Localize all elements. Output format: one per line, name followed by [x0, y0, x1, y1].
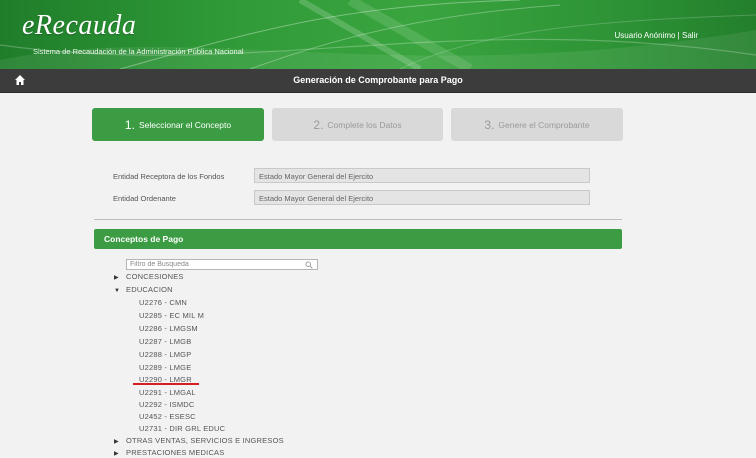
app-logo: eRecauda: [22, 10, 137, 41]
tree-node-otras-ventas[interactable]: ▶ OTRAS VENTAS, SERVICIOS E INGRESOS: [114, 436, 284, 445]
tree-node-label: CONCESIONES: [126, 272, 184, 281]
tree-node-label: EDUCACION: [126, 285, 173, 294]
step-select-concept[interactable]: 1. Seleccionar el Concepto: [92, 108, 264, 141]
tree-leaf[interactable]: U2291 - LMGAL: [139, 388, 196, 397]
nav-bar: Generación de Comprobante para Pago: [0, 69, 756, 93]
step-label: Seleccionar el Concepto: [138, 119, 232, 130]
search-icon[interactable]: [305, 261, 313, 269]
step-label: Genere el Comprobante: [498, 119, 590, 130]
ordering-entity-label: Entidad Ordenante: [113, 194, 176, 203]
tree-leaf[interactable]: U2276 - CMN: [139, 298, 187, 307]
tree-node-educacion[interactable]: ▼ EDUCACION: [114, 285, 173, 294]
logout-link[interactable]: Salir: [682, 31, 698, 40]
user-name: Usuario Anónimo: [614, 31, 676, 40]
tree-leaf[interactable]: U2452 - ESESC: [139, 412, 196, 421]
search-input[interactable]: [127, 260, 300, 269]
tree-leaf[interactable]: U2287 - LMGB: [139, 337, 191, 346]
app-subtitle: Sistema de Recaudación de la Administrac…: [33, 47, 244, 56]
section-divider: [94, 219, 622, 220]
search-filter: [126, 259, 318, 270]
step-number: 3.: [484, 117, 495, 132]
step-number: 2.: [313, 117, 324, 132]
caret-right-icon[interactable]: ▶: [114, 438, 126, 445]
page-title: Generación de Comprobante para Pago: [293, 75, 463, 85]
tree-leaf[interactable]: U2731 - DIR GRL EDUC: [139, 424, 225, 433]
step-generate-voucher[interactable]: 3. Genere el Comprobante: [451, 108, 623, 141]
user-links-separator: |: [677, 31, 680, 40]
receiving-entity-label: Entidad Receptora de los Fondos: [113, 172, 225, 181]
tree-leaf[interactable]: U2285 - EC MIL M: [139, 311, 204, 320]
receiving-entity-field: Estado Mayor General del Ejercito: [254, 168, 590, 183]
highlight-underline: [133, 383, 199, 385]
caret-right-icon[interactable]: ▶: [114, 274, 126, 281]
tree-node-prestaciones-medicas[interactable]: ▶ PRESTACIONES MEDICAS: [114, 448, 224, 457]
tree-leaf[interactable]: U2286 - LMGSM: [139, 324, 198, 333]
tree-leaf[interactable]: U2292 - ISMDC: [139, 400, 195, 409]
tree-node-label: OTRAS VENTAS, SERVICIOS E INGRESOS: [126, 436, 284, 445]
user-links: Usuario Anónimo | Salir: [615, 31, 698, 40]
caret-down-icon[interactable]: ▼: [114, 288, 126, 294]
ordering-entity-field: Estado Mayor General del Ejercito: [254, 190, 590, 205]
step-label: Complete los Datos: [327, 119, 402, 130]
concepts-panel-header: Conceptos de Pago: [94, 229, 622, 249]
tree-leaf[interactable]: U2289 - LMGE: [139, 363, 191, 372]
tree-node-concesiones[interactable]: ▶ CONCESIONES: [114, 272, 184, 281]
caret-right-icon[interactable]: ▶: [114, 450, 126, 457]
step-number: 1.: [124, 117, 135, 132]
tree-node-label: PRESTACIONES MEDICAS: [126, 448, 225, 457]
step-complete-data[interactable]: 2. Complete los Datos: [272, 108, 443, 141]
tree-leaf[interactable]: U2288 - LMGP: [139, 350, 191, 359]
app-header: eRecauda Sistema de Recaudación de la Ad…: [0, 0, 756, 69]
